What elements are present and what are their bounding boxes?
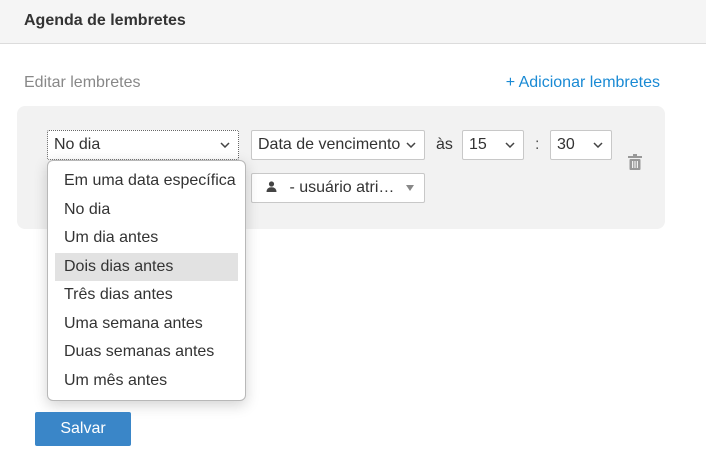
time-separator: : [535, 136, 540, 153]
save-button[interactable]: Salvar [35, 412, 131, 446]
minute-select[interactable]: 30 [550, 130, 612, 160]
section-label: Editar lembretes [24, 74, 141, 91]
page-title: Agenda de lembretes [24, 12, 186, 29]
trash-icon[interactable] [628, 154, 644, 172]
hour-value: 15 [469, 136, 487, 153]
dropdown-option[interactable]: Três dias antes [55, 281, 238, 310]
dropdown-option-highlighted[interactable]: Dois dias antes [55, 252, 238, 281]
when-select-value: No dia [54, 136, 101, 153]
dropdown-option[interactable]: Em uma data específica [55, 167, 238, 196]
when-select[interactable]: No dia [47, 130, 239, 160]
page-header: Agenda de lembretes [0, 0, 706, 44]
dropdown-option[interactable]: No dia [55, 196, 238, 225]
hour-select[interactable]: 15 [462, 130, 524, 160]
chevron-down-icon [404, 131, 418, 159]
assigned-user-select[interactable]: - usuário atribuído [251, 173, 425, 203]
date-field-select[interactable]: Data de vencimento [251, 130, 425, 160]
chevron-down-icon [503, 131, 517, 159]
dropdown-option[interactable]: Um mês antes [55, 367, 238, 396]
chevron-down-icon [591, 131, 605, 159]
minute-value: 30 [557, 136, 575, 153]
assigned-user-value: - usuário atribuído [289, 179, 397, 196]
chevron-down-icon [218, 131, 232, 159]
caret-down-icon [406, 185, 414, 191]
dropdown-option[interactable]: Um dia antes [55, 224, 238, 253]
dropdown-option[interactable]: Duas semanas antes [55, 338, 238, 367]
at-label: às [436, 136, 453, 153]
when-dropdown-menu: Em uma data específica No dia Um dia ant… [47, 160, 246, 401]
user-icon [266, 174, 277, 202]
add-reminder-link[interactable]: + Adicionar lembretes [506, 74, 660, 92]
dropdown-option[interactable]: Uma semana antes [55, 310, 238, 339]
date-field-value: Data de vencimento [258, 136, 401, 153]
